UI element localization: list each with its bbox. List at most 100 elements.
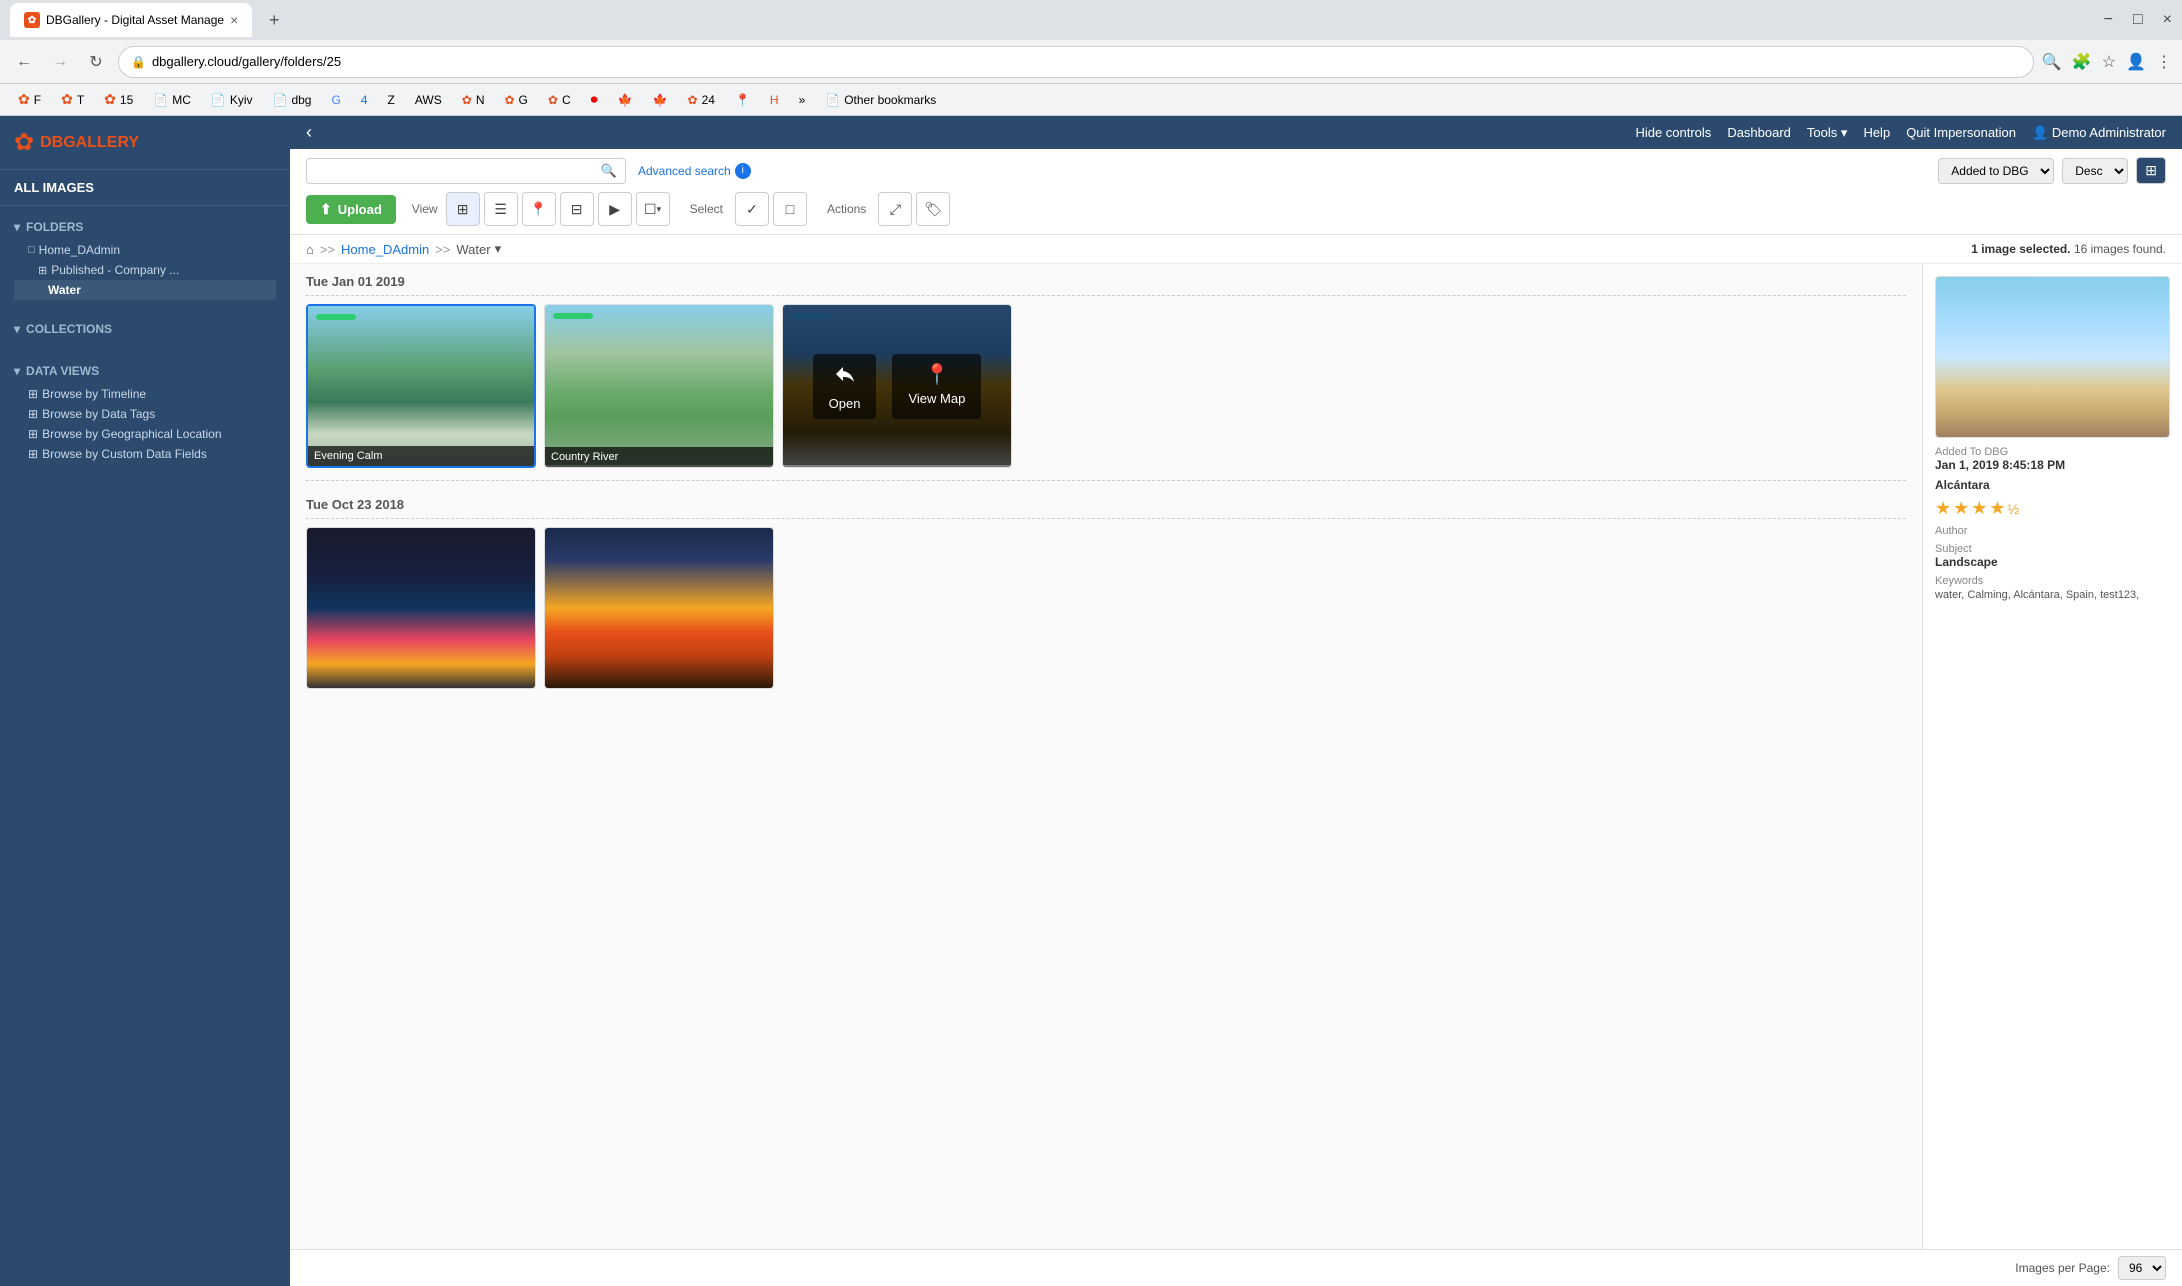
breadcrumb-home-dadmin[interactable]: Home_DAdmin bbox=[341, 242, 429, 257]
slideshow-btn[interactable]: ▶ bbox=[598, 192, 632, 226]
order-select[interactable]: Desc bbox=[2062, 158, 2128, 184]
bookmark-15[interactable]: ✿15 bbox=[96, 89, 141, 110]
collections-section-header[interactable]: ▾ COLLECTIONS bbox=[14, 316, 276, 342]
menu-icon[interactable]: ⋮ bbox=[2156, 52, 2172, 72]
maximize-button[interactable]: □ bbox=[2133, 11, 2143, 29]
bookmark-f[interactable]: ✿F bbox=[10, 89, 49, 110]
action-row: ⬆ Upload View ⊞ ☰ 📍 ⊟ ▶ ☐ ▾ Select bbox=[306, 192, 2166, 226]
image-card-country-river[interactable]: Country River bbox=[544, 304, 774, 468]
sidebar-logo[interactable]: ✿ DBGALLERY bbox=[0, 116, 290, 170]
bookmark-z[interactable]: Z bbox=[380, 91, 403, 109]
search-icon[interactable]: 🔍 bbox=[2042, 52, 2062, 72]
date-section-oct-2018: Tue Oct 23 2018 bbox=[306, 487, 1906, 695]
grid-view-button[interactable]: ⊞ bbox=[2136, 157, 2166, 184]
user-menu[interactable]: 👤 Demo Administrator bbox=[2032, 125, 2166, 141]
url-input[interactable] bbox=[152, 54, 2021, 69]
new-tab-button[interactable]: + bbox=[260, 6, 288, 34]
help-link[interactable]: Help bbox=[1863, 125, 1890, 140]
collapse-button[interactable]: ‹ bbox=[306, 122, 312, 143]
close-tab-icon[interactable]: × bbox=[230, 12, 238, 28]
selected-count: 1 image selected. bbox=[1971, 242, 2070, 256]
folder-water[interactable]: Water bbox=[14, 280, 276, 300]
home-icon[interactable]: ⌂ bbox=[306, 242, 314, 257]
color-tag-green-2 bbox=[553, 313, 593, 319]
app-header: ‹ Hide controls Dashboard Tools ▾ Help Q… bbox=[290, 116, 2182, 149]
select-all-btn[interactable]: ✓ bbox=[735, 192, 769, 226]
data-views-section-header[interactable]: ▾ DATA VIEWS bbox=[14, 358, 276, 384]
bookmark-n[interactable]: ✿N bbox=[454, 91, 493, 109]
folder-home-dadmin[interactable]: □ Home_DAdmin bbox=[14, 240, 276, 260]
sidebar-item-browse-data-tags[interactable]: ⊞ Browse by Data Tags bbox=[14, 404, 276, 424]
bookmark-yt[interactable]: ⏺ bbox=[583, 89, 606, 110]
image-count: 1 image selected. 16 images found. bbox=[1971, 242, 2166, 256]
folders-section-header[interactable]: ▾ FOLDERS bbox=[14, 214, 276, 240]
bookmark-dbg[interactable]: 📄dbg bbox=[265, 91, 320, 109]
bookmark-map[interactable]: 📍 bbox=[727, 91, 758, 109]
close-button[interactable]: × bbox=[2163, 11, 2172, 29]
image-card-sunset2[interactable] bbox=[544, 527, 774, 689]
bookmark-other[interactable]: 📄 Other bookmarks bbox=[817, 91, 944, 109]
deselect-btn[interactable]: □ bbox=[773, 192, 807, 226]
open-button[interactable]: Open bbox=[813, 354, 877, 419]
list-view-btn[interactable]: ☰ bbox=[484, 192, 518, 226]
sort-controls: Added to DBG Desc ⊞ bbox=[1938, 157, 2166, 184]
bookmark-t[interactable]: ✿T bbox=[53, 89, 92, 110]
info-subject: Subject Landscape bbox=[1935, 543, 2170, 569]
dashboard-link[interactable]: Dashboard bbox=[1727, 125, 1791, 140]
quit-impersonation-link[interactable]: Quit Impersonation bbox=[1906, 125, 2016, 140]
folder-published-company[interactable]: ⊞ Published - Company ... bbox=[14, 260, 276, 280]
table-view-btn[interactable]: ⊟ bbox=[560, 192, 594, 226]
image-card-building[interactable] bbox=[1935, 276, 2170, 438]
added-dbg-label: Added To DBG bbox=[1935, 446, 2170, 458]
tag-btn[interactable]: 🏷 bbox=[916, 192, 950, 226]
extension-icon[interactable]: 🧩 bbox=[2072, 52, 2092, 72]
breadcrumb-water[interactable]: Water ▾ bbox=[456, 241, 501, 257]
view-map-button[interactable]: 📍 View Map bbox=[892, 354, 981, 419]
bookmark-c[interactable]: ✿C bbox=[540, 91, 579, 109]
reload-button[interactable]: ↻ bbox=[82, 48, 110, 76]
minimize-button[interactable]: − bbox=[2104, 11, 2113, 29]
bookmark-more[interactable]: » bbox=[791, 91, 814, 109]
browser-titlebar: ✿ DBGallery - Digital Asset Manage × + −… bbox=[0, 0, 2182, 40]
bookmark-kyiv[interactable]: 📄Kyiv bbox=[203, 91, 261, 109]
select-buttons: ✓ □ bbox=[735, 192, 807, 226]
bookmark-g[interactable]: G bbox=[323, 91, 348, 109]
search-icon[interactable]: 🔍 bbox=[601, 163, 617, 179]
tools-dropdown[interactable]: Tools ▾ bbox=[1807, 125, 1848, 141]
bookmark-4[interactable]: 4 bbox=[353, 91, 376, 109]
profile-icon[interactable]: 👤 bbox=[2126, 52, 2146, 72]
bookmark-icon[interactable]: ☆ bbox=[2102, 52, 2116, 72]
bookmark-mc[interactable]: 📄MC bbox=[145, 91, 199, 109]
image-card-sunset1[interactable] bbox=[306, 527, 536, 689]
image-card-bridge[interactable]: Open 📍 View Map bbox=[782, 304, 1012, 468]
all-images-link[interactable]: ALL IMAGES bbox=[0, 170, 290, 206]
sidebar-item-browse-timeline[interactable]: ⊞ Browse by Timeline bbox=[14, 384, 276, 404]
image-thumbnail-building bbox=[1936, 277, 2169, 437]
bookmark-h[interactable]: H bbox=[762, 91, 787, 109]
found-count: 16 images found. bbox=[2074, 242, 2166, 256]
bookmark-24[interactable]: ✿24 bbox=[680, 91, 723, 109]
back-button[interactable]: ← bbox=[10, 48, 38, 76]
bookmark-g2[interactable]: ✿G bbox=[496, 91, 535, 109]
hide-controls-link[interactable]: Hide controls bbox=[1635, 125, 1711, 140]
sidebar-item-browse-geo[interactable]: ⊞ Browse by Geographical Location bbox=[14, 424, 276, 444]
select-dropdown-btn[interactable]: ☐ ▾ bbox=[636, 192, 670, 226]
image-card-evening-calm[interactable]: Evening Calm bbox=[306, 304, 536, 468]
bookmark-aws[interactable]: AWS bbox=[407, 91, 450, 109]
upload-button[interactable]: ⬆ Upload bbox=[306, 195, 396, 224]
bookmark-maple1[interactable]: 🍁 bbox=[610, 91, 641, 109]
search-input[interactable] bbox=[315, 163, 595, 178]
per-page-select[interactable]: 96 bbox=[2118, 1256, 2166, 1280]
sort-select[interactable]: Added to DBG bbox=[1938, 158, 2054, 184]
bookmark-maple2[interactable]: 🍁 bbox=[645, 91, 676, 109]
map-view-btn[interactable]: 📍 bbox=[522, 192, 556, 226]
search-box[interactable]: 🔍 bbox=[306, 158, 626, 184]
address-bar[interactable]: 🔒 bbox=[118, 46, 2034, 78]
advanced-search-link[interactable]: Advanced search i bbox=[638, 163, 751, 179]
fullscreen-btn[interactable]: ⤢ bbox=[878, 192, 912, 226]
sidebar-item-browse-custom[interactable]: ⊞ Browse by Custom Data Fields bbox=[14, 444, 276, 464]
info-panel: Added To DBG Jan 1, 2019 8:45:18 PM Alcá… bbox=[1922, 264, 2182, 1249]
forward-button[interactable]: → bbox=[46, 48, 74, 76]
grid-view-btn[interactable]: ⊞ bbox=[446, 192, 480, 226]
browser-tab[interactable]: ✿ DBGallery - Digital Asset Manage × bbox=[10, 3, 252, 37]
